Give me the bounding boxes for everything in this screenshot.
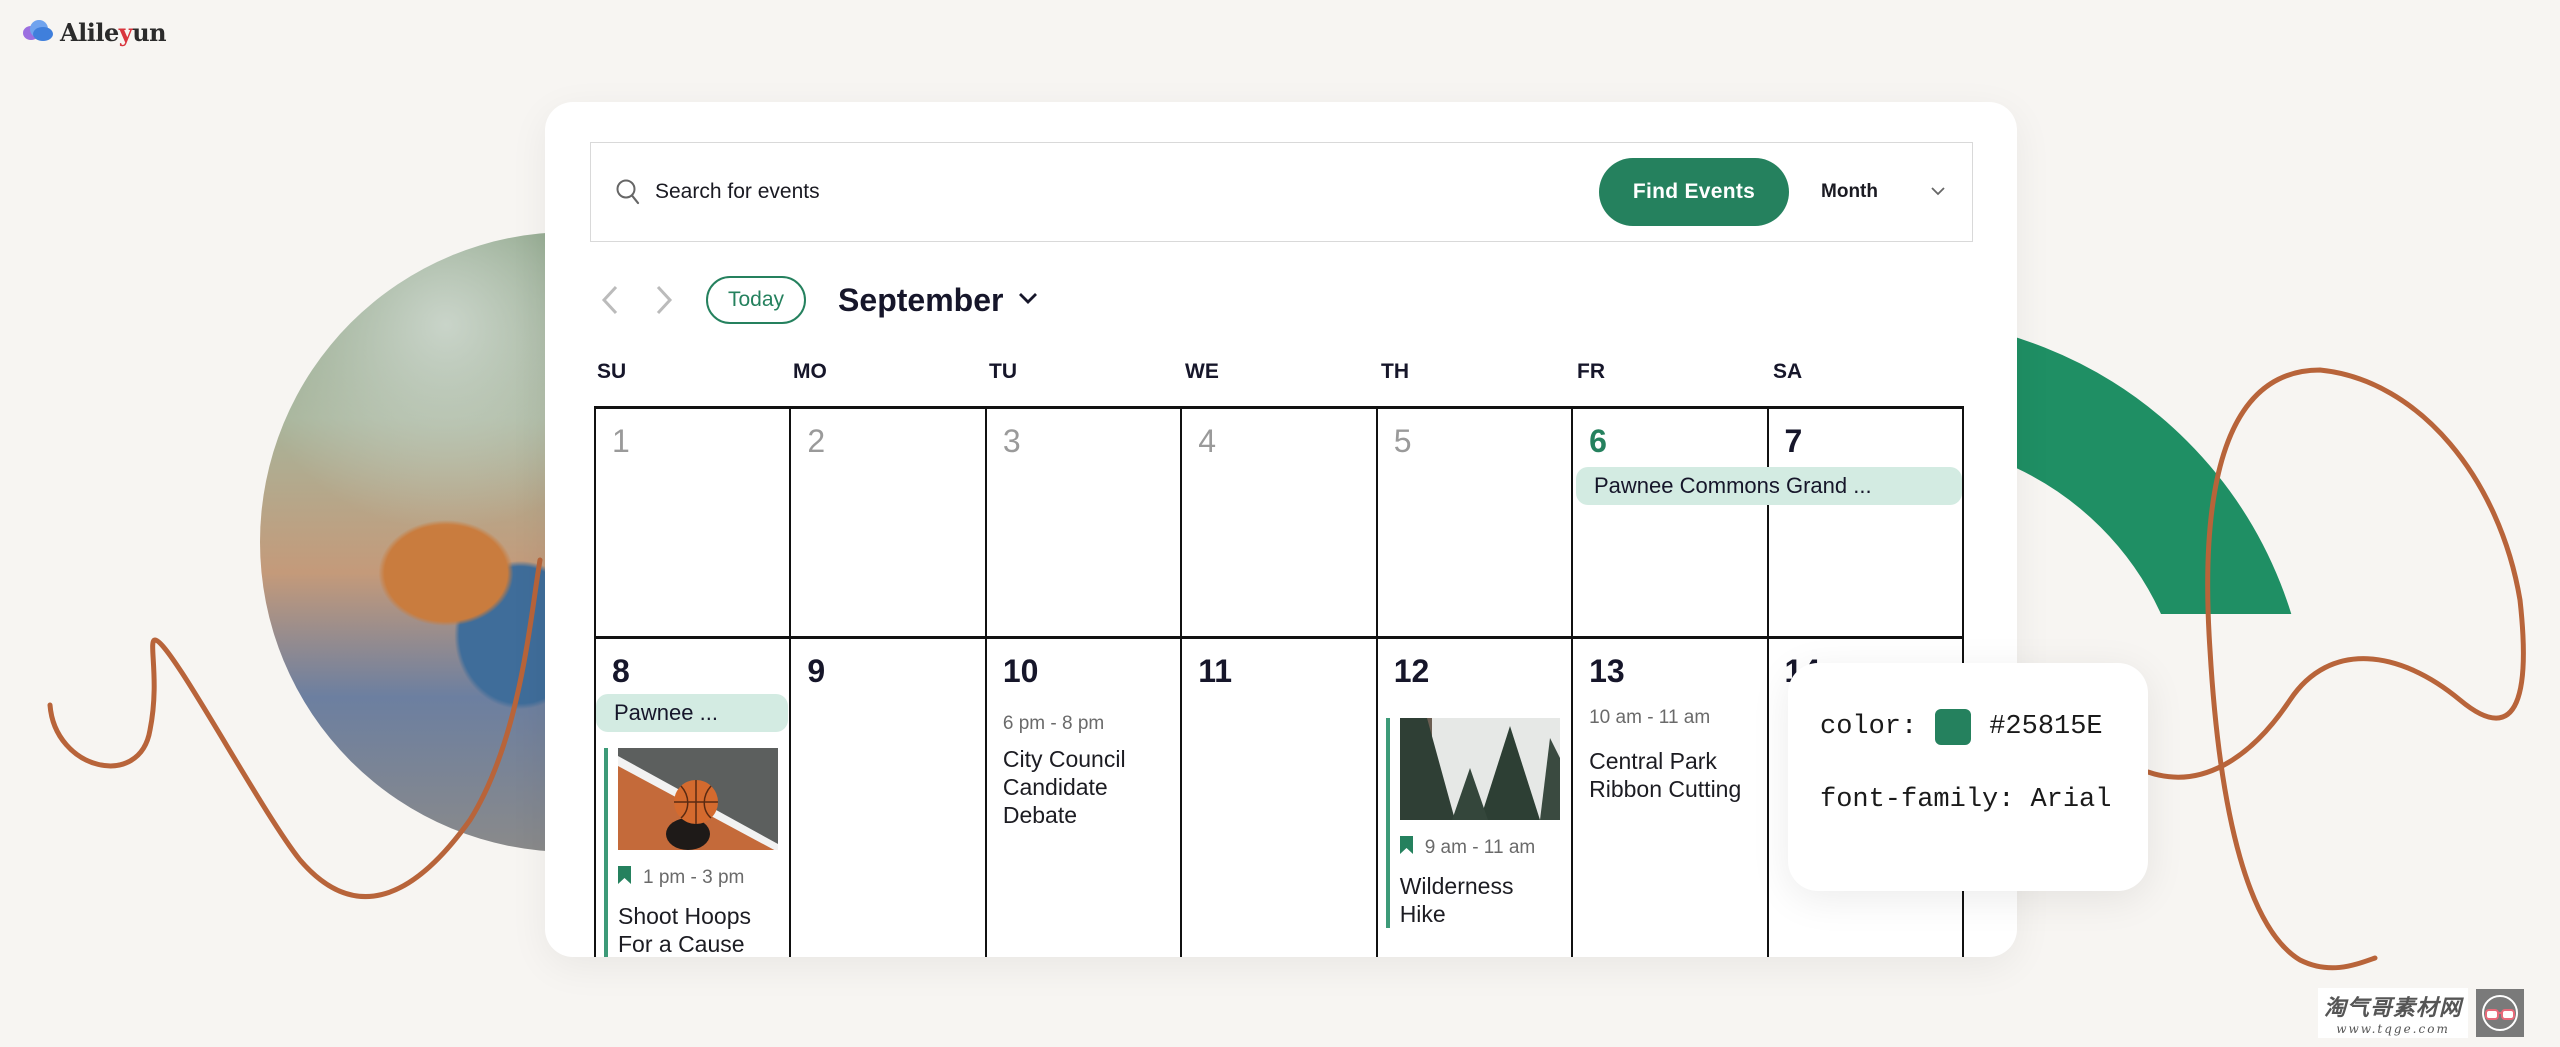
event-title: Pawnee ... [614,700,718,725]
weekday-header: SU MO TU WE TH FR SA [595,360,1969,384]
day-cell[interactable]: 7 [1769,409,1964,636]
glasses-icon [2476,989,2525,1037]
search-icon [613,177,643,207]
day-number: 2 [807,423,826,459]
day-number: 9 [807,653,826,689]
event-card[interactable]: 10 am - 11 am Central Park Ribbon Cuttin… [1589,707,1759,803]
event-image-forest [1399,718,1560,820]
multi-day-event[interactable]: Pawnee Commons Grand ... [1576,467,1962,505]
search-bar: Find Events Month [590,142,1973,242]
day-number: 4 [1198,423,1217,459]
event-title: City Council Candidate Debate [1002,746,1126,828]
day-cell-today[interactable]: 6 [1573,409,1769,636]
event-time: 10 am - 11 am [1589,707,1711,728]
chevron-right-icon [656,285,673,315]
day-number: 3 [1002,423,1021,459]
cloud-icon [22,19,54,46]
spec-font-value: Arial [2030,785,2112,815]
calendar-nav: Today September [590,274,1039,326]
brand-name: Alileyun [60,18,167,47]
day-cell[interactable]: 5 [1378,409,1574,636]
watermark: 淘气哥素材网 www.tqge.com [2318,988,2525,1038]
spec-color-value: #25815E [1989,712,2103,742]
day-number: 8 [612,653,630,689]
spec-font-label: font-family: [1820,785,2015,815]
week-row: 1 2 3 4 5 6 7 Pawnee Commons Grand ... [594,406,1964,636]
view-selector[interactable]: Month [1821,181,1946,203]
weekday-label: MO [793,360,827,383]
week-row: 8 1 pm - 3 pm Shoot Hoops For a Cause 9 … [594,636,1964,957]
watermark-text: 淘气哥素材网 [2324,996,2463,1021]
event-title: Shoot Hoops For a Cause [618,903,751,957]
weekday-label: SU [597,360,627,383]
watermark-url: www.tqge.com [2336,1022,2450,1036]
weekday-label: TH [1381,360,1409,383]
day-number: 6 [1589,423,1607,459]
spec-font-row: font-family: Arial [1820,785,2111,815]
chevron-down-icon [1930,183,1946,201]
spec-color-label: color: [1820,712,1918,742]
day-cell[interactable]: 9 [791,639,987,957]
month-grid: 1 2 3 4 5 6 7 Pawnee Commons Grand ... 8 [594,406,1964,957]
weekday-label: SA [1773,360,1803,383]
event-time: 1 pm - 3 pm [643,867,745,888]
event-card[interactable]: 9 am - 11 am Wilderness Hike [1385,718,1566,928]
day-cell[interactable]: 3 [987,409,1183,636]
event-image-basketball [618,748,778,850]
day-number: 13 [1589,653,1625,689]
month-label: September [838,281,1004,318]
event-card[interactable]: 1 pm - 3 pm Shoot Hoops For a Cause [604,748,784,957]
day-number: 10 [1002,653,1039,689]
day-cell[interactable]: 11 [1182,639,1378,957]
day-number: 12 [1393,653,1430,689]
color-swatch [1935,709,1972,745]
weekday-label: FR [1577,360,1605,383]
chevron-left-icon [601,285,618,315]
day-number: 5 [1393,423,1412,459]
event-title: Central Park Ribbon Cutting [1589,748,1742,802]
event-title: Wilderness Hike [1399,873,1514,927]
day-number: 11 [1198,653,1233,689]
view-selector-label: Month [1821,181,1878,202]
weekday-label: WE [1185,360,1219,383]
multi-day-event[interactable]: Pawnee ... [596,694,788,732]
weekday-label: TU [989,360,1017,383]
bookmark-icon [618,866,631,890]
today-button[interactable]: Today [706,276,807,324]
day-cell[interactable]: 2 [791,409,987,636]
month-picker[interactable]: September [838,282,1039,319]
event-time: 6 pm - 8 pm [1002,713,1105,734]
brand-logo: Alileyun [22,18,167,47]
chevron-down-icon [1017,291,1039,310]
day-cell[interactable]: 10 6 pm - 8 pm City Council Candidate De… [987,639,1183,957]
day-cell[interactable]: 4 [1182,409,1378,636]
event-time: 9 am - 11 am [1424,837,1536,858]
style-spec-tooltip: color: #25815E font-family: Arial [1788,663,2148,891]
event-card[interactable]: 6 pm - 8 pm City Council Candidate Debat… [1003,713,1173,829]
next-month-button[interactable] [644,278,684,322]
previous-month-button[interactable] [590,278,630,322]
search-input[interactable] [655,180,1600,204]
find-events-button[interactable]: Find Events [1599,158,1790,226]
day-number: 7 [1784,423,1803,459]
event-title: Pawnee Commons Grand ... [1594,473,1872,498]
spec-color-row: color: #25815E [1820,709,2103,745]
day-cell[interactable]: 13 10 am - 11 am Central Park Ribbon Cut… [1573,639,1769,957]
bookmark-icon [1399,836,1413,860]
day-cell[interactable]: 12 9 am - 11 am Wilderness Hike [1378,639,1574,957]
day-cell[interactable]: 8 1 pm - 3 pm Shoot Hoops For a Cause [596,639,792,957]
day-number: 1 [612,423,630,459]
day-cell[interactable]: 1 [596,409,792,636]
